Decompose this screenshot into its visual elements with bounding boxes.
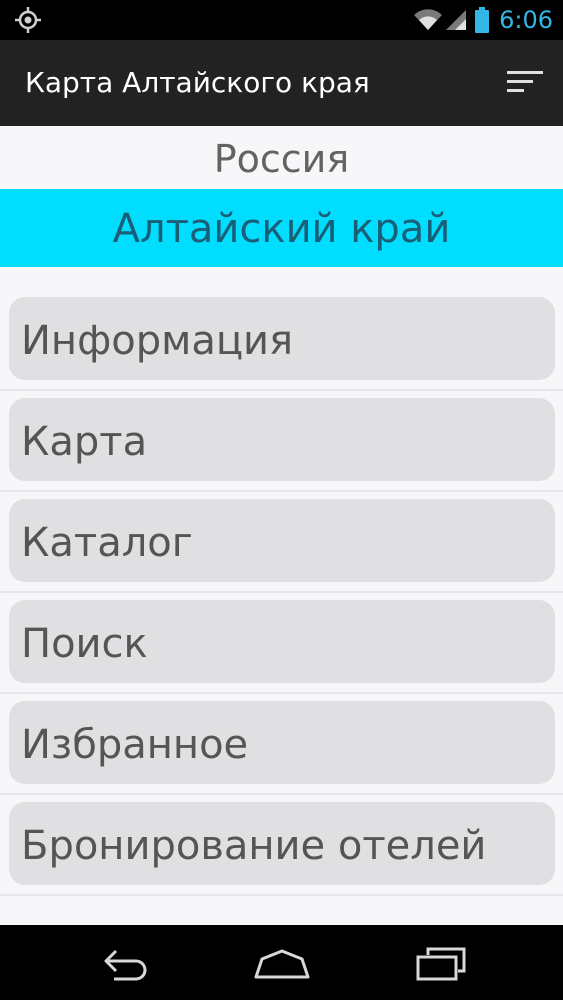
menu-item-information[interactable]: Информация bbox=[9, 297, 555, 380]
clock: 6:06 bbox=[499, 6, 553, 34]
list-item: Карта bbox=[0, 391, 563, 492]
list-item: Бронирование отелей bbox=[0, 795, 563, 896]
location-icon bbox=[14, 6, 42, 34]
sort-menu-icon[interactable] bbox=[501, 64, 549, 104]
country-label: Россия bbox=[213, 137, 350, 181]
menu-item-label: Поиск bbox=[21, 621, 148, 667]
menu-item-hotel-booking[interactable]: Бронирование отелей bbox=[9, 802, 555, 885]
action-bar: Карта Алтайского края bbox=[0, 40, 563, 126]
menu-item-label: Информация bbox=[21, 318, 294, 364]
status-bar: 6:06 bbox=[0, 0, 563, 40]
list-item: Информация bbox=[0, 290, 563, 391]
navigation-bar bbox=[0, 925, 563, 1000]
status-icons: 6:06 bbox=[413, 0, 553, 40]
signal-icon bbox=[445, 8, 467, 32]
menu-item-map[interactable]: Карта bbox=[9, 398, 555, 481]
list-item: Каталог bbox=[0, 492, 563, 593]
menu-item-label: Карта bbox=[21, 419, 148, 465]
region-banner[interactable]: Алтайский край bbox=[0, 189, 563, 267]
list-item: Избранное bbox=[0, 694, 563, 795]
menu-item-label: Избранное bbox=[21, 722, 249, 768]
menu-item-label: Каталог bbox=[21, 520, 193, 566]
menu-item-search[interactable]: Поиск bbox=[9, 600, 555, 683]
menu-list: Информация Карта Каталог Поиск Избранное… bbox=[0, 290, 563, 896]
menu-item-catalog[interactable]: Каталог bbox=[9, 499, 555, 582]
app-title: Карта Алтайского края bbox=[25, 66, 370, 99]
menu-item-label: Бронирование отелей bbox=[21, 823, 487, 869]
list-item: Поиск bbox=[0, 593, 563, 694]
home-icon[interactable] bbox=[242, 937, 322, 987]
menu-item-favorites[interactable]: Избранное bbox=[9, 701, 555, 784]
back-icon[interactable] bbox=[86, 937, 166, 987]
recent-apps-icon[interactable] bbox=[400, 937, 480, 987]
wifi-icon bbox=[413, 8, 443, 32]
battery-icon bbox=[475, 7, 490, 33]
